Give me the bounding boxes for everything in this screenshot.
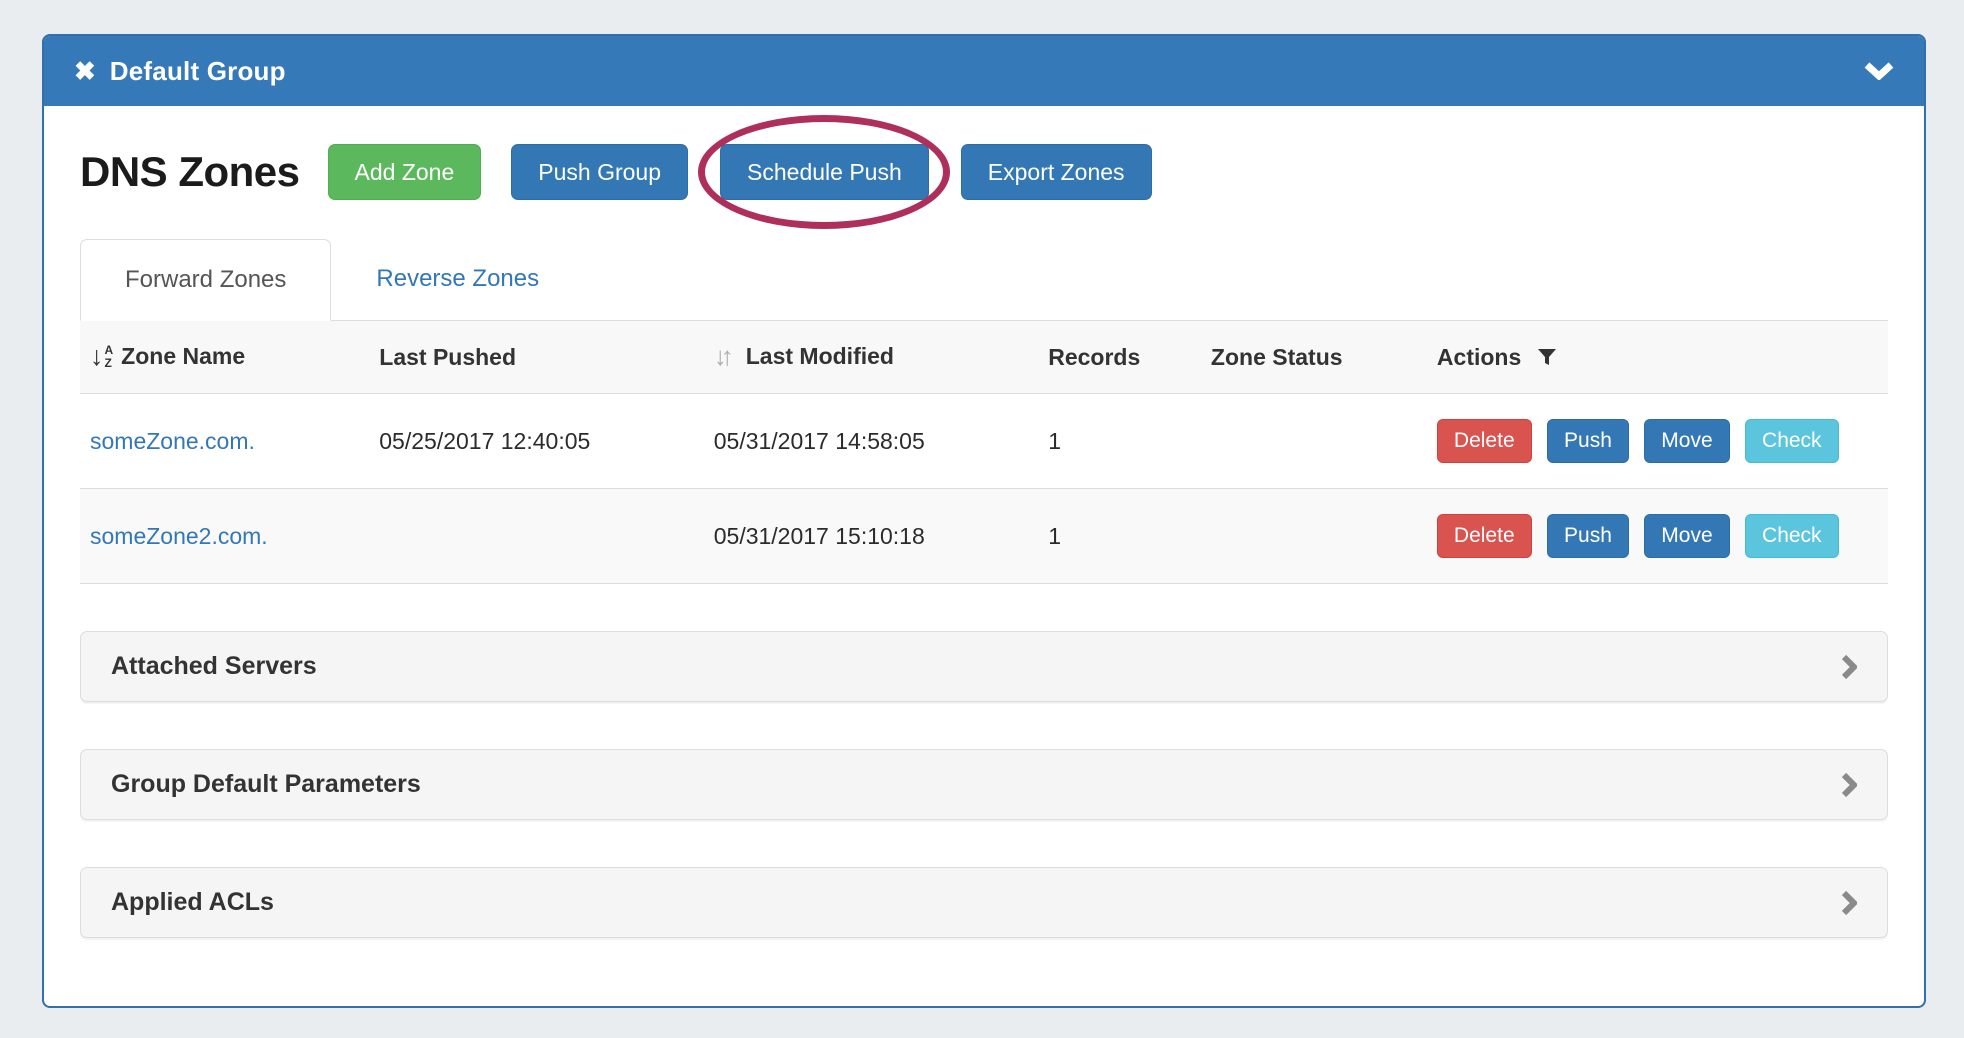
sort-both-icon[interactable]: ↓↑ bbox=[714, 346, 728, 367]
table-row: someZone.com. 05/25/2017 12:40:05 05/31/… bbox=[80, 394, 1888, 489]
push-button[interactable]: Push bbox=[1547, 419, 1629, 463]
tab-reverse-zones[interactable]: Reverse Zones bbox=[331, 238, 584, 320]
chevron-right-icon bbox=[1841, 890, 1857, 916]
zone-status-cell bbox=[1201, 489, 1427, 584]
column-records: Records bbox=[1038, 321, 1201, 394]
card-header: ✖ Default Group bbox=[44, 36, 1924, 106]
last-modified-cell: 05/31/2017 14:58:05 bbox=[704, 394, 1038, 489]
zone-name-link[interactable]: someZone2.com. bbox=[90, 523, 268, 549]
export-zones-button[interactable]: Export Zones bbox=[961, 144, 1152, 200]
schedule-push-button[interactable]: Schedule Push bbox=[720, 144, 929, 200]
page-title: DNS Zones bbox=[80, 148, 300, 196]
collapse-chevron-down-icon[interactable] bbox=[1864, 62, 1894, 80]
column-last-pushed: Last Pushed bbox=[369, 321, 703, 394]
push-button[interactable]: Push bbox=[1547, 514, 1629, 558]
move-button[interactable]: Move bbox=[1644, 514, 1729, 558]
panel-title: Group Default Parameters bbox=[111, 770, 421, 799]
column-last-modified: ↓↑ Last Modified bbox=[704, 321, 1038, 394]
chevron-right-icon bbox=[1841, 772, 1857, 798]
last-pushed-cell bbox=[369, 489, 703, 584]
column-zone-name: ↓ AZ Zone Name bbox=[80, 321, 369, 394]
zone-status-cell bbox=[1201, 394, 1427, 489]
check-button[interactable]: Check bbox=[1745, 419, 1839, 463]
push-group-button[interactable]: Push Group bbox=[511, 144, 688, 200]
last-pushed-cell: 05/25/2017 12:40:05 bbox=[369, 394, 703, 489]
delete-button[interactable]: Delete bbox=[1437, 514, 1532, 558]
default-group-card: ✖ Default Group DNS Zones Add Zone Push … bbox=[42, 34, 1926, 1008]
records-cell: 1 bbox=[1038, 489, 1201, 584]
column-actions: Actions bbox=[1427, 321, 1888, 394]
delete-button[interactable]: Delete bbox=[1437, 419, 1532, 463]
filter-funnel-icon[interactable] bbox=[1537, 347, 1557, 367]
panel-title: Applied ACLs bbox=[111, 888, 274, 917]
table-header-row: ↓ AZ Zone Name Last Pushed ↓↑ Last Modif… bbox=[80, 321, 1888, 394]
panel-title: Attached Servers bbox=[111, 652, 317, 681]
card-title: Default Group bbox=[110, 56, 286, 87]
tab-forward-zones[interactable]: Forward Zones bbox=[80, 239, 331, 321]
sort-alpha-asc-icon[interactable]: ↓ AZ bbox=[90, 344, 113, 369]
chevron-right-icon bbox=[1841, 654, 1857, 680]
table-row: someZone2.com. 05/31/2017 15:10:18 1 Del… bbox=[80, 489, 1888, 584]
toolbar: DNS Zones Add Zone Push Group Schedule P… bbox=[80, 144, 1888, 200]
zones-table: ↓ AZ Zone Name Last Pushed ↓↑ Last Modif… bbox=[80, 321, 1888, 584]
add-zone-button[interactable]: Add Zone bbox=[328, 144, 482, 200]
records-cell: 1 bbox=[1038, 394, 1201, 489]
close-icon[interactable]: ✖ bbox=[74, 58, 96, 84]
applied-acls-panel[interactable]: Applied ACLs bbox=[80, 867, 1888, 938]
last-modified-cell: 05/31/2017 15:10:18 bbox=[704, 489, 1038, 584]
group-default-parameters-panel[interactable]: Group Default Parameters bbox=[80, 749, 1888, 820]
zone-tabs: Forward Zones Reverse Zones bbox=[80, 238, 1888, 321]
check-button[interactable]: Check bbox=[1745, 514, 1839, 558]
move-button[interactable]: Move bbox=[1644, 419, 1729, 463]
column-zone-status: Zone Status bbox=[1201, 321, 1427, 394]
zone-name-link[interactable]: someZone.com. bbox=[90, 428, 255, 454]
attached-servers-panel[interactable]: Attached Servers bbox=[80, 631, 1888, 702]
